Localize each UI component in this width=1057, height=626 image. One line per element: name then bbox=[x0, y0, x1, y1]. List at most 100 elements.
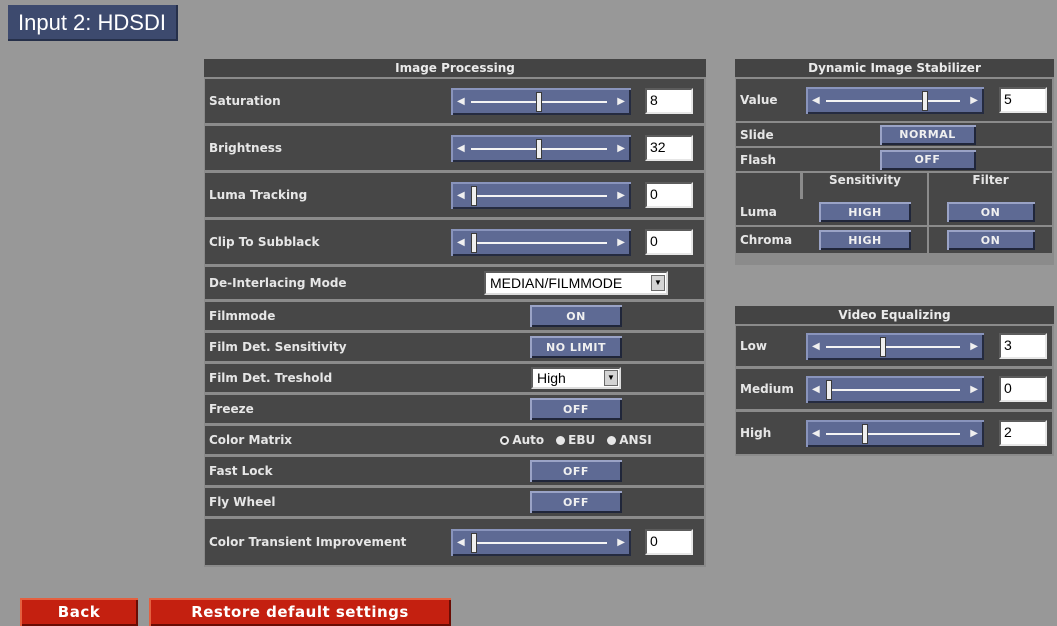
slider-thumb[interactable] bbox=[826, 379, 832, 400]
left-arrow-icon[interactable]: ◀ bbox=[812, 428, 820, 439]
left-arrow-icon[interactable]: ◀ bbox=[457, 237, 465, 248]
freeze-toggle-button[interactable]: OFF bbox=[530, 398, 622, 420]
freeze-label: Freeze bbox=[205, 395, 449, 423]
fast-lock-toggle-button[interactable]: OFF bbox=[530, 460, 622, 482]
saturation-slider[interactable]: ◀ ▶ bbox=[451, 88, 631, 115]
dis-corner-cell bbox=[736, 173, 800, 199]
dis-chroma-sensitivity-button[interactable]: HIGH bbox=[819, 230, 911, 250]
chevron-down-icon[interactable]: ▼ bbox=[651, 275, 665, 291]
dis-value-control: ◀ ▶ 5 bbox=[803, 79, 1052, 121]
right-arrow-icon[interactable]: ▶ bbox=[970, 341, 978, 352]
film-det-sensitivity-label: Film Det. Sensitivity bbox=[205, 333, 449, 361]
eq-high-label: High bbox=[736, 412, 804, 454]
dis-luma-sensitivity-cell: HIGH bbox=[803, 187, 927, 225]
dis-chroma-filter-cell: ON bbox=[929, 227, 1052, 253]
eq-high-value-input[interactable]: 2 bbox=[999, 420, 1047, 446]
eq-low-value-input[interactable]: 3 bbox=[999, 333, 1047, 359]
film-det-threshold-select[interactable]: High ▼ bbox=[531, 367, 621, 389]
deinterlacing-mode-label: De-Interlacing Mode bbox=[205, 267, 449, 299]
left-arrow-icon[interactable]: ◀ bbox=[457, 143, 465, 154]
cti-control: ◀ ▶ 0 bbox=[448, 519, 704, 565]
left-arrow-icon[interactable]: ◀ bbox=[812, 384, 820, 395]
slider-thumb[interactable] bbox=[536, 91, 542, 112]
left-arrow-icon[interactable]: ◀ bbox=[812, 95, 820, 106]
freeze-cell: OFF bbox=[448, 395, 704, 423]
radio-selected-icon[interactable] bbox=[500, 435, 510, 445]
dis-value-label: Value bbox=[736, 79, 804, 121]
fly-wheel-label: Fly Wheel bbox=[205, 488, 449, 516]
radio-icon[interactable] bbox=[556, 435, 566, 445]
slider-thumb[interactable] bbox=[536, 138, 542, 159]
filmmode-cell: ON bbox=[448, 302, 704, 330]
back-button[interactable]: Back bbox=[20, 598, 138, 626]
clip-to-subblack-slider[interactable]: ◀ ▶ bbox=[451, 229, 631, 256]
deinterlacing-mode-select[interactable]: MEDIAN/FILMMODE ▼ bbox=[484, 271, 668, 295]
cti-slider[interactable]: ◀ ▶ bbox=[451, 529, 631, 556]
eq-medium-value-input[interactable]: 0 bbox=[999, 376, 1047, 402]
left-arrow-icon[interactable]: ◀ bbox=[457, 537, 465, 548]
color-matrix-radio-auto[interactable]: Auto bbox=[500, 433, 544, 447]
color-matrix-label: Color Matrix bbox=[205, 426, 449, 454]
right-arrow-icon[interactable]: ▶ bbox=[617, 143, 625, 154]
clip-to-subblack-value-input[interactable]: 0 bbox=[645, 229, 693, 255]
eq-medium-label: Medium bbox=[736, 369, 804, 409]
slider-thumb[interactable] bbox=[879, 336, 886, 357]
image-processing-heading: Image Processing bbox=[204, 59, 706, 77]
slider-thumb[interactable] bbox=[861, 423, 868, 444]
brightness-slider[interactable]: ◀ ▶ bbox=[451, 135, 631, 162]
left-arrow-icon[interactable]: ◀ bbox=[812, 341, 820, 352]
right-arrow-icon[interactable]: ▶ bbox=[970, 384, 978, 395]
color-matrix-radio-ebu[interactable]: EBU bbox=[556, 433, 595, 447]
fast-lock-label: Fast Lock bbox=[205, 457, 449, 485]
left-arrow-icon[interactable]: ◀ bbox=[457, 190, 465, 201]
dis-value-input[interactable]: 5 bbox=[999, 87, 1047, 113]
eq-low-slider[interactable]: ◀ ▶ bbox=[806, 333, 984, 360]
clip-to-subblack-control: ◀ ▶ 0 bbox=[448, 220, 704, 264]
restore-defaults-button[interactable]: Restore default settings bbox=[149, 598, 451, 626]
luma-tracking-slider[interactable]: ◀ ▶ bbox=[451, 182, 631, 209]
luma-tracking-value-input[interactable]: 0 bbox=[645, 182, 693, 208]
fly-wheel-cell: OFF bbox=[448, 488, 704, 516]
right-arrow-icon[interactable]: ▶ bbox=[617, 190, 625, 201]
eq-medium-slider[interactable]: ◀ ▶ bbox=[806, 376, 984, 403]
eq-low-label: Low bbox=[736, 326, 804, 366]
cti-value-input[interactable]: 0 bbox=[645, 529, 693, 555]
right-arrow-icon[interactable]: ▶ bbox=[970, 95, 978, 106]
dis-luma-sensitivity-button[interactable]: HIGH bbox=[819, 202, 911, 222]
video-equalizing-heading: Video Equalizing bbox=[735, 306, 1054, 324]
dis-luma-filter-cell: ON bbox=[929, 187, 1052, 225]
slider-thumb[interactable] bbox=[471, 232, 477, 253]
right-arrow-icon[interactable]: ▶ bbox=[617, 237, 625, 248]
chevron-down-icon[interactable]: ▼ bbox=[604, 370, 618, 386]
slider-thumb[interactable] bbox=[471, 532, 477, 553]
right-arrow-icon[interactable]: ▶ bbox=[970, 428, 978, 439]
brightness-value-input[interactable]: 32 bbox=[645, 135, 693, 161]
film-det-sensitivity-button[interactable]: NO LIMIT bbox=[530, 336, 622, 358]
dis-slide-button[interactable]: NORMAL bbox=[879, 124, 976, 145]
video-equalizing-panel: Video Equalizing Low ◀ ▶ 3 Medium ◀ ▶ 0 … bbox=[735, 306, 1054, 456]
saturation-value-input[interactable]: 8 bbox=[645, 88, 693, 114]
right-arrow-icon[interactable]: ▶ bbox=[617, 537, 625, 548]
film-det-sensitivity-cell: NO LIMIT bbox=[448, 333, 704, 361]
saturation-control: ◀ ▶ 8 bbox=[448, 79, 704, 123]
left-arrow-icon[interactable]: ◀ bbox=[457, 96, 465, 107]
filmmode-toggle-button[interactable]: ON bbox=[530, 305, 622, 327]
dis-value-slider[interactable]: ◀ ▶ bbox=[806, 87, 984, 114]
radio-icon[interactable] bbox=[607, 435, 617, 445]
color-matrix-radio-ansi[interactable]: ANSI bbox=[607, 433, 652, 447]
dis-luma-filter-button[interactable]: ON bbox=[946, 202, 1035, 222]
luma-tracking-control: ◀ ▶ 0 bbox=[448, 173, 704, 217]
slider-thumb[interactable] bbox=[922, 90, 928, 111]
eq-high-slider[interactable]: ◀ ▶ bbox=[806, 420, 984, 447]
dis-flash-cell: OFF bbox=[803, 148, 1052, 171]
dis-heading: Dynamic Image Stabilizer bbox=[735, 59, 1054, 77]
right-arrow-icon[interactable]: ▶ bbox=[617, 96, 625, 107]
slider-thumb[interactable] bbox=[471, 185, 477, 206]
dis-chroma-filter-button[interactable]: ON bbox=[946, 230, 1035, 250]
dis-flash-button[interactable]: OFF bbox=[879, 149, 976, 170]
brightness-label: Brightness bbox=[205, 126, 449, 170]
eq-low-control: ◀ ▶ 3 bbox=[803, 326, 1052, 366]
clip-to-subblack-label: Clip To Subblack bbox=[205, 220, 449, 264]
fly-wheel-toggle-button[interactable]: OFF bbox=[530, 491, 622, 513]
dis-chroma-label: Chroma bbox=[736, 227, 804, 253]
